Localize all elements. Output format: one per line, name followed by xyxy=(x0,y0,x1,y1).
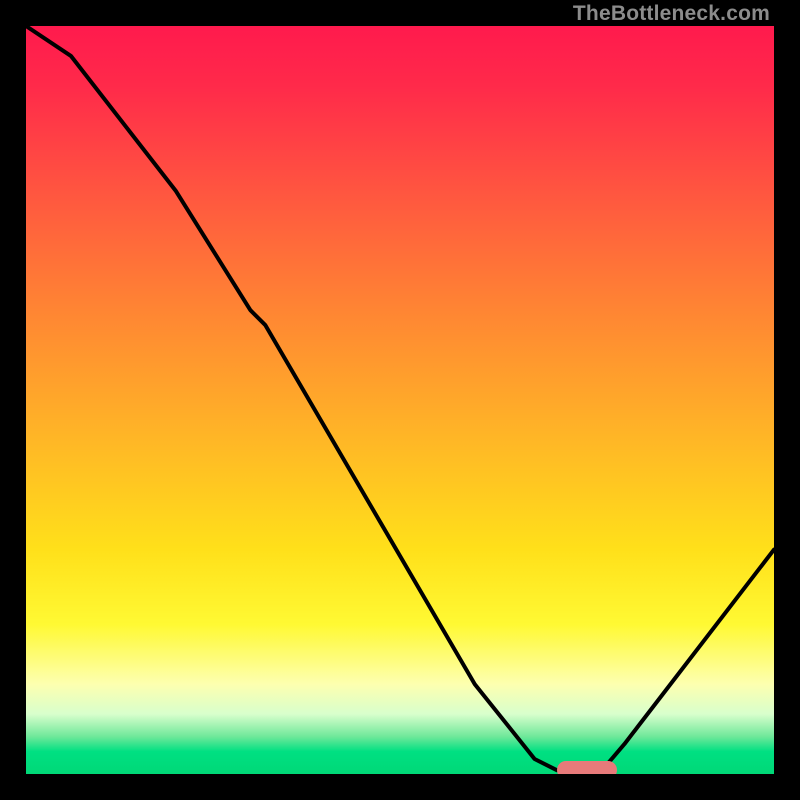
watermark-label: TheBottleneck.com xyxy=(573,2,770,26)
optimal-marker xyxy=(557,761,617,774)
plot-area xyxy=(26,26,774,774)
line-series xyxy=(26,26,774,774)
chart-frame: TheBottleneck.com xyxy=(0,0,800,800)
